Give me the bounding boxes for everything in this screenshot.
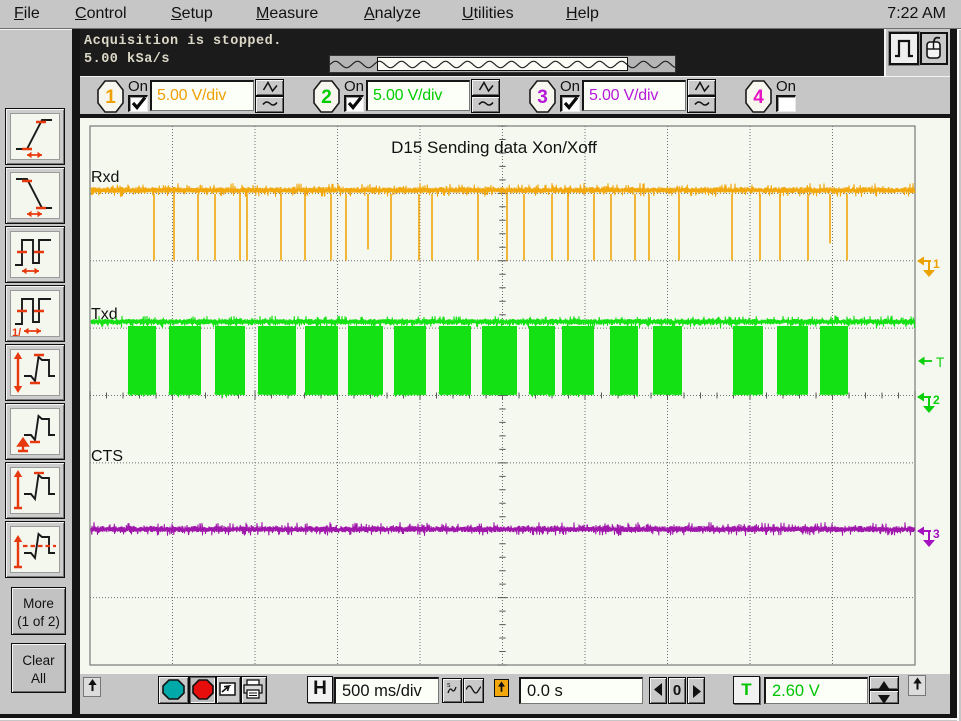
svg-text:s: s	[447, 682, 451, 689]
svg-text:3: 3	[537, 87, 548, 108]
svg-text:4: 4	[753, 87, 764, 108]
svg-text:T: T	[936, 355, 944, 370]
svg-text:3: 3	[933, 527, 940, 541]
svg-text:D15 Sending data Xon/Xoff: D15 Sending data Xon/Xoff	[391, 138, 597, 157]
svg-text:2: 2	[321, 87, 332, 108]
svg-text:1/: 1/	[12, 327, 21, 336]
svg-text:2: 2	[933, 393, 940, 407]
svg-text:Rxd: Rxd	[91, 169, 119, 186]
svg-text:1: 1	[933, 257, 940, 271]
svg-text:1: 1	[105, 87, 116, 108]
svg-text:CTS: CTS	[91, 448, 123, 465]
